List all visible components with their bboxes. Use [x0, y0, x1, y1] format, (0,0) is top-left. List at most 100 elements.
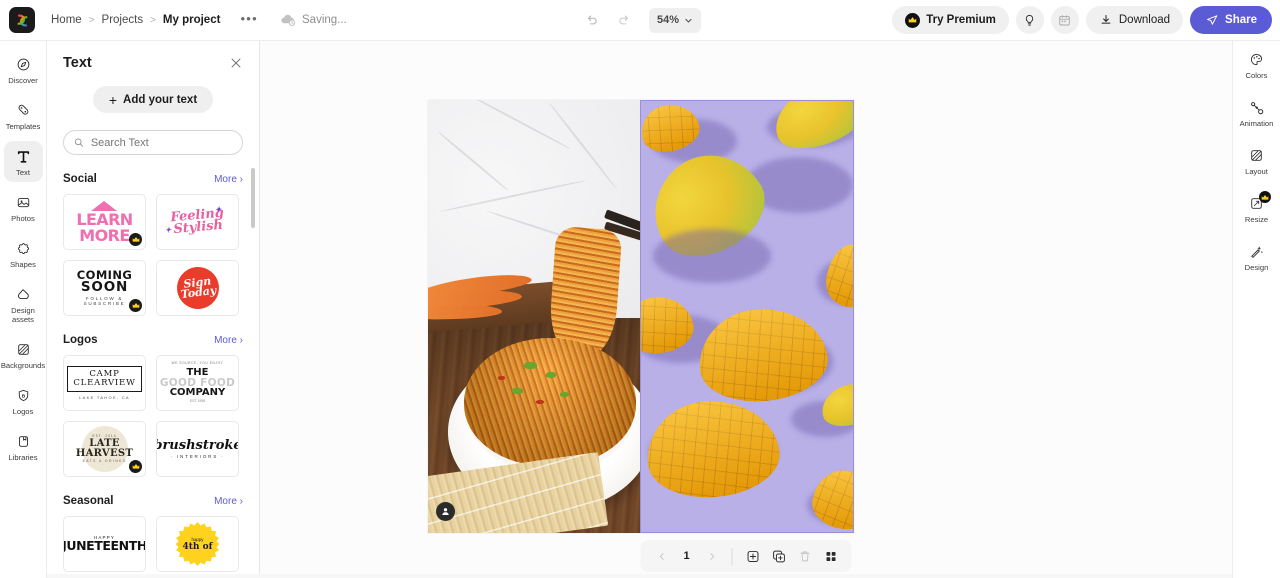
share-label: Share: [1225, 14, 1257, 26]
sidebar-item-layout[interactable]: Layout: [1235, 147, 1279, 176]
sidebar-item-backgrounds[interactable]: Backgrounds: [1, 334, 45, 375]
herb-garnish: [560, 392, 569, 397]
breadcrumb-separator: >: [88, 14, 95, 26]
sidebar-label: Text: [16, 168, 30, 177]
thumbnail-late-harvest[interactable]: EST. 2014 LATE HARVEST EATS & DRINKS: [63, 421, 146, 477]
triangle-shape: [91, 200, 118, 211]
thumb-text: SOON: [80, 279, 129, 296]
zoom-level-value: 54%: [656, 14, 680, 26]
section-more-link[interactable]: More ›: [214, 335, 243, 346]
noodles-photo[interactable]: [428, 100, 640, 533]
section-more-link[interactable]: More ›: [214, 496, 243, 507]
thumbnail-sign-up-today[interactable]: Sign Today: [156, 260, 239, 316]
thumbnail-camp-clearview[interactable]: CAMP CLEARVIEW LAKE TAHOE, CA: [63, 355, 146, 411]
sidebar-label: Resize: [1244, 215, 1269, 224]
add-page-icon: [747, 550, 758, 562]
sidebar-item-animation[interactable]: Animation: [1235, 99, 1279, 128]
sidebar-item-templates[interactable]: Templates: [4, 95, 43, 136]
delete-page-button[interactable]: [793, 544, 817, 568]
section-title: Seasonal: [63, 495, 114, 507]
thumbnail-good-food-company[interactable]: WE SOURCE, YOU ENJOY THE GOOD FOOD COMPA…: [156, 355, 239, 411]
grid-view-button[interactable]: [819, 544, 843, 568]
search-input[interactable]: [90, 136, 232, 149]
avatar[interactable]: [436, 502, 455, 521]
sidebar-item-discover[interactable]: Discover: [4, 49, 43, 90]
sidebar-item-resize[interactable]: Resize: [1235, 191, 1279, 224]
thumbnail-art: LEARN MORE: [76, 200, 133, 244]
section-more-link[interactable]: More ›: [214, 174, 243, 185]
panel-scrollbar[interactable]: [251, 168, 255, 228]
adobe-express-logo[interactable]: [9, 7, 35, 33]
more-options-button[interactable]: •••: [237, 11, 261, 30]
chevron-right-icon: [709, 552, 714, 560]
breadcrumb-current-project[interactable]: My project: [163, 14, 221, 26]
download-button[interactable]: Download: [1085, 6, 1184, 34]
person-icon: [442, 508, 449, 515]
thumb-text: LATE HARVEST: [75, 437, 134, 459]
layout-icon: [1249, 147, 1264, 164]
thumbnail-juneteenth[interactable]: HAPPY JUNETEENTH: [63, 516, 146, 572]
duplicate-page-button[interactable]: [767, 544, 791, 568]
sidebar-item-logos[interactable]: B Logos: [4, 380, 43, 421]
sidebar-item-design-assets[interactable]: Design assets: [4, 279, 43, 329]
sidebar-item-text[interactable]: Text: [3, 141, 43, 182]
thumb-text: CLEARVIEW: [73, 378, 136, 388]
sidebar-item-colors[interactable]: Colors: [1235, 51, 1279, 80]
premium-crown-icon: [1258, 191, 1271, 203]
sidebar-label: Design assets: [11, 306, 35, 324]
mango-cut: [694, 302, 832, 408]
sidebar-label: Libraries: [8, 453, 38, 462]
cloud-save-icon: [281, 14, 296, 27]
page-number[interactable]: 1: [676, 550, 698, 562]
sparkle-icon: ✦: [163, 224, 172, 235]
mango-photo[interactable]: [640, 100, 854, 533]
duplicate-page-icon: [772, 550, 785, 562]
section-title: Social: [63, 173, 97, 185]
sidebar-label: Discover: [8, 76, 38, 85]
divider: [731, 547, 733, 565]
premium-crown-icon: [129, 299, 142, 312]
canvas-area[interactable]: 1: [260, 41, 1232, 578]
noodles: [464, 338, 636, 466]
next-page-button[interactable]: [700, 544, 724, 568]
sidebar-label: Shapes: [10, 260, 36, 269]
sidebar-item-libraries[interactable]: Libraries: [4, 426, 43, 467]
svg-text:B: B: [21, 393, 25, 399]
libraries-icon: [16, 433, 31, 450]
breadcrumb-home[interactable]: Home: [51, 14, 82, 26]
add-page-button[interactable]: [741, 544, 765, 568]
photos-icon: [16, 194, 31, 211]
previous-page-button[interactable]: [650, 544, 674, 568]
top-bar: Home > Projects > My project ••• Saving.…: [0, 0, 1280, 41]
thumbnail-coming-soon[interactable]: COMING SOON FOLLOW & SUBSCRIBE: [63, 260, 146, 316]
thumbnail-brushstroke-interiors[interactable]: brushstroke · INTERIORS ·: [156, 421, 239, 477]
sidebar-item-photos[interactable]: Photos: [4, 187, 43, 228]
logos-icon: B: [16, 387, 31, 404]
help-button[interactable]: [1015, 6, 1044, 34]
premium-crown-icon: [129, 233, 142, 246]
add-text-label: Add your text: [123, 93, 198, 106]
sidebar-item-shapes[interactable]: Shapes: [4, 233, 43, 274]
redo-button[interactable]: [611, 7, 637, 33]
sidebar-item-design[interactable]: Design: [1235, 243, 1279, 272]
thumbnail-art: brushstroke · INTERIORS ·: [157, 439, 238, 459]
saving-indicator: Saving...: [280, 13, 347, 27]
close-icon[interactable]: [227, 54, 245, 72]
thumbnail-feeling-stylish[interactable]: ✦ ✦ Feeling Stylish: [156, 194, 239, 250]
search-text-box[interactable]: [63, 130, 243, 155]
thumbnail-grid-logos: CAMP CLEARVIEW LAKE TAHOE, CA WE SOURCE,…: [47, 355, 259, 477]
lightbulb-icon: [1026, 14, 1034, 26]
zoom-control[interactable]: 54%: [648, 7, 702, 33]
add-your-text-button[interactable]: + Add your text: [92, 86, 214, 113]
breadcrumb-projects[interactable]: Projects: [102, 14, 144, 26]
share-button[interactable]: Share: [1190, 6, 1272, 34]
thumbnail-learn-more[interactable]: LEARN MORE: [63, 194, 146, 250]
sidebar-label: Photos: [11, 214, 35, 223]
document-page[interactable]: [428, 100, 854, 533]
thumb-text: WE SOURCE, YOU ENJOY: [171, 361, 224, 366]
backgrounds-icon: [16, 341, 31, 358]
calendar-button[interactable]: [1050, 6, 1079, 34]
try-premium-button[interactable]: Try Premium: [892, 6, 1009, 34]
undo-button[interactable]: [579, 7, 605, 33]
thumbnail-fourth-of-july[interactable]: happy 4th of: [156, 516, 239, 572]
